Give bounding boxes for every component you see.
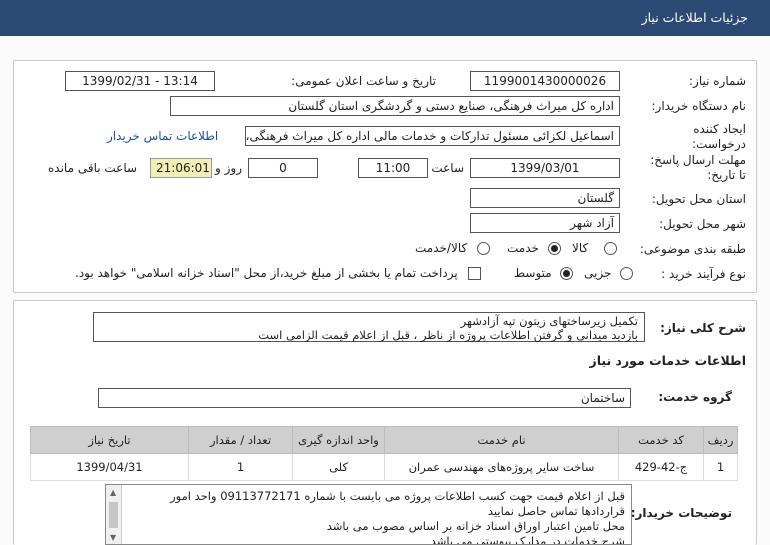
deadline-date-field: 1399/03/01 <box>470 158 620 178</box>
deadline-label-2: تا تاریخ: <box>707 168 746 182</box>
cell-unit: کلی <box>292 453 385 481</box>
buyer-contact-link[interactable]: اطلاعات تماس خریدار <box>107 129 218 143</box>
day-label: روز و <box>215 161 242 175</box>
remaining-days-field: 0 <box>248 158 318 178</box>
col-row-number: ردیف <box>703 426 738 454</box>
creator-label-1: ایجاد کننده <box>693 122 746 136</box>
services-table-header: ردیف کد خدمت نام خدمت واحد اندازه گیری ت… <box>30 426 738 454</box>
category-radio-goods-service[interactable] <box>477 242 490 255</box>
announce-field: 1399/02/31 - 13:14 <box>65 71 215 91</box>
category-radio-goods[interactable] <box>604 242 617 255</box>
cell-service-code: ج-42-429 <box>618 453 704 481</box>
buyer-note-line-2: قراردادها تماس حاصل نمایید <box>487 504 625 518</box>
process-label: نوع فرآیند خرید : <box>661 267 746 281</box>
deadline-time-label: ساعت <box>431 161 464 175</box>
service-group-field: ساختمان <box>98 388 631 408</box>
province-label: استان محل تحویل: <box>651 192 746 206</box>
table-row: 1 ج-42-429 ساخت سایر پروژه‌های مهندسی عم… <box>30 453 738 481</box>
remaining-time-field: 21:06:01 <box>150 158 212 178</box>
process-radio-minor[interactable] <box>620 267 633 280</box>
category-option-goods: کالا <box>572 241 589 255</box>
deadline-label-1: مهلت ارسال پاسخ: <box>650 153 746 167</box>
remaining-label: ساعت باقی مانده <box>48 161 138 175</box>
process-radio-medium[interactable] <box>560 267 573 280</box>
creator-label-2: درخواست: <box>692 137 746 151</box>
col-need-date: تاریخ نیاز <box>30 426 189 454</box>
payment-note: پرداخت تمام یا بخشی از مبلغ خرید،از محل … <box>75 266 458 280</box>
scroll-thumb[interactable] <box>109 502 118 528</box>
announce-label: تاریخ و ساعت اعلان عمومی: <box>291 74 436 88</box>
buyer-note-line-3: محل تامین اعتبار اوراق اسناد خزانه بر اس… <box>326 519 625 533</box>
buyer-label: نام دستگاه خریدار: <box>651 99 747 113</box>
cell-row-number: 1 <box>703 453 738 481</box>
city-field: آزاد شهر <box>470 213 620 233</box>
col-service-code: کد خدمت <box>618 426 704 454</box>
buyer-notes-scrollbar[interactable]: ▲ ▼ <box>106 485 122 544</box>
buyer-field: اداره کل میراث فرهنگی، صنایع دستی و گردش… <box>170 96 620 116</box>
need-number-label: شماره نیاز: <box>689 74 746 88</box>
cell-quantity: 1 <box>188 453 293 481</box>
need-number-field: 1199001430000026 <box>470 71 620 91</box>
category-label: طبقه بندی موضوعی: <box>639 242 746 256</box>
category-option-goods-service: کالا/خدمت <box>415 241 468 255</box>
services-table: ردیف کد خدمت نام خدمت واحد اندازه گیری ت… <box>30 426 738 481</box>
city-label: شهر محل تحویل: <box>659 217 746 231</box>
scroll-up-icon[interactable]: ▲ <box>110 488 116 497</box>
summary-label: شرح کلی نیاز: <box>660 321 746 335</box>
service-group-label: گروه خدمت: <box>658 390 732 404</box>
col-unit: واحد اندازه گیری <box>292 426 385 454</box>
deadline-time-field: 11:00 <box>358 158 428 178</box>
process-option-minor: جزیی <box>584 266 612 280</box>
buyer-note-line-4: شرح خدمات در مدارک پیوستی می باشد <box>430 534 625 545</box>
buyer-notes-box: قبل از اعلام قیمت جهت کسب اطلاعات پروژه … <box>105 484 632 545</box>
process-option-medium: متوسط <box>514 266 552 280</box>
buyer-notes-label: توضیحات خریدار: <box>630 506 732 520</box>
category-option-service: خدمت <box>507 241 539 255</box>
cell-service-name: ساخت سایر پروژه‌های مهندسی عمران <box>384 453 619 481</box>
creator-field: اسماعیل لکزائی مسئول تدارکات و خدمات مال… <box>245 126 620 146</box>
payment-checkbox[interactable] <box>468 267 481 280</box>
summary-box: تکمیل زیرساختهای زیتون تپه آزادشهر بازدی… <box>93 312 645 342</box>
category-radio-service[interactable] <box>548 242 561 255</box>
col-quantity: تعداد / مقدار <box>188 426 293 454</box>
col-service-name: نام خدمت <box>384 426 619 454</box>
summary-line-2: بازدید میدانی و گرفتن اطلاعات پروژه از ن… <box>258 328 638 342</box>
summary-line-1: تکمیل زیرساختهای زیتون تپه آزادشهر <box>460 314 638 328</box>
buyer-note-line-1: قبل از اعلام قیمت جهت کسب اطلاعات پروژه … <box>170 489 625 503</box>
services-section-title: اطلاعات خدمات مورد نیاز <box>589 353 747 368</box>
province-field: گلستان <box>470 188 620 208</box>
page-header: جزئیات اطلاعات نیاز <box>0 0 770 36</box>
cell-need-date: 1399/04/31 <box>30 453 189 481</box>
page-title: جزئیات اطلاعات نیاز <box>641 10 748 25</box>
scroll-down-icon[interactable]: ▼ <box>110 533 116 542</box>
